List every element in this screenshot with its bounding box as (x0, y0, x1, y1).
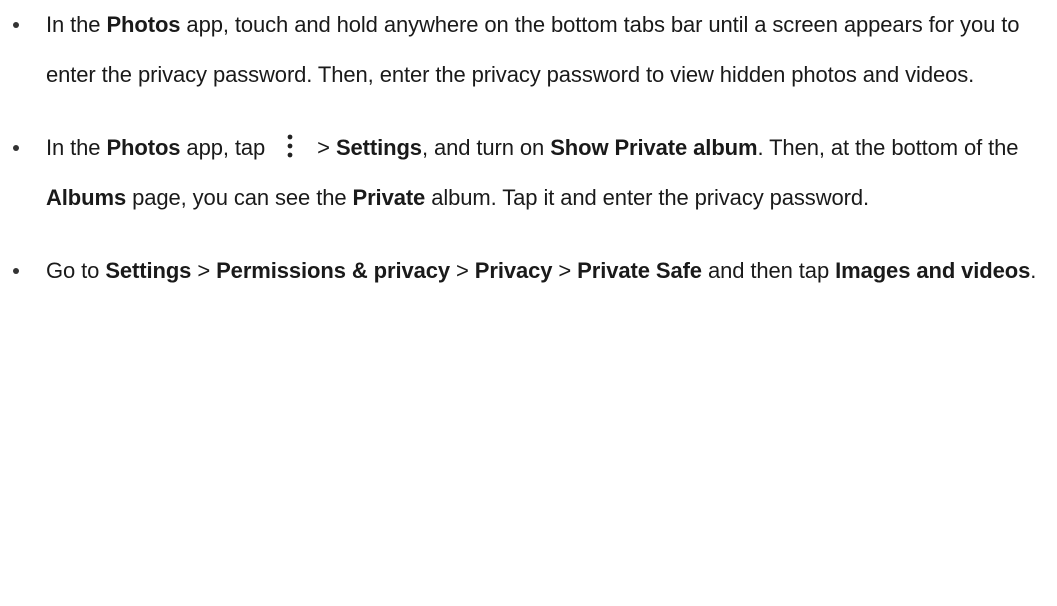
instruction-list: In the Photos app, touch and hold anywhe… (0, 0, 1057, 296)
segment-text: and then tap (701, 258, 836, 283)
segment-text: app, touch and hold anywhere on the bott… (46, 12, 1020, 87)
app-name-photos: Photos (106, 12, 181, 37)
more-vertical-icon (277, 133, 303, 159)
segment-text: . Then, at the bottom of the (757, 135, 1019, 160)
menu-permissions-privacy: Permissions & privacy (216, 258, 451, 283)
bullet-marker (13, 268, 19, 274)
segment-text: > (450, 258, 475, 283)
segment-text: album. Tap it and enter the privacy pass… (425, 185, 869, 210)
app-name-photos: Photos (106, 135, 181, 160)
segment-text: page, you can see the (126, 185, 353, 210)
menu-private-safe: Private Safe (577, 258, 702, 283)
bullet-marker (13, 145, 19, 151)
segment-text: > (311, 135, 336, 160)
segment-text: , and turn on (421, 135, 551, 160)
option-show-private-album: Show Private album (550, 135, 758, 160)
segment-text: In the (46, 12, 107, 37)
menu-settings: Settings (105, 258, 192, 283)
segment-text: > (552, 258, 578, 283)
segment-text: app, tap (180, 135, 272, 160)
instructions-page: In the Photos app, touch and hold anywhe… (0, 0, 1057, 606)
bullet-item-show-private-album: In the Photos app, tap > Settings, and t… (0, 123, 1057, 223)
bullet-marker (13, 22, 19, 28)
option-images-and-videos: Images and videos (835, 258, 1031, 283)
page-albums: Albums (46, 185, 127, 210)
bullet-item-photos-tabs-bar: In the Photos app, touch and hold anywhe… (0, 0, 1057, 100)
menu-settings: Settings (335, 135, 422, 160)
segment-text: > (191, 258, 217, 283)
bullet-item-private-safe: Go to Settings > Permissions & privacy >… (0, 246, 1057, 296)
segment-text: In the (46, 135, 107, 160)
album-private: Private (352, 185, 426, 210)
segment-text: . (1030, 258, 1037, 283)
segment-text: Go to (46, 258, 106, 283)
menu-privacy: Privacy (474, 258, 553, 283)
